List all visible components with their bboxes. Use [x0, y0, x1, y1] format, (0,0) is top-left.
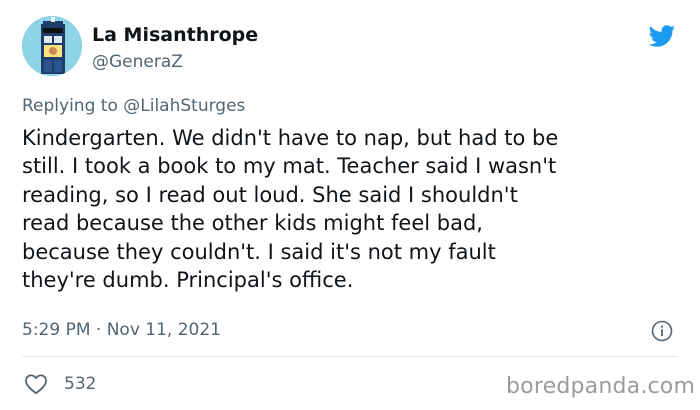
info-icon[interactable] [651, 320, 673, 342]
heart-icon[interactable] [24, 373, 48, 395]
replying-to-line: Replying to @LilahSturges [22, 96, 245, 116]
replying-to-prefix: Replying to [22, 96, 124, 116]
avatar-image [22, 16, 82, 76]
replying-to-handle-link[interactable]: @LilahSturges [123, 96, 245, 116]
tweet-text: Kindergarten. We didn't have to nap, but… [22, 126, 559, 293]
author-handle[interactable]: @GeneraZ [92, 52, 183, 72]
divider [22, 356, 678, 357]
tweet-timestamp[interactable]: 5:29 PM · Nov 11, 2021 [22, 320, 221, 340]
like-count[interactable]: 532 [64, 374, 96, 394]
avatar[interactable] [22, 16, 82, 76]
boredpanda-watermark: boredpanda.com [506, 374, 696, 399]
twitter-bird-icon[interactable] [645, 22, 678, 50]
author-display-name[interactable]: La Misanthrope [92, 24, 258, 46]
